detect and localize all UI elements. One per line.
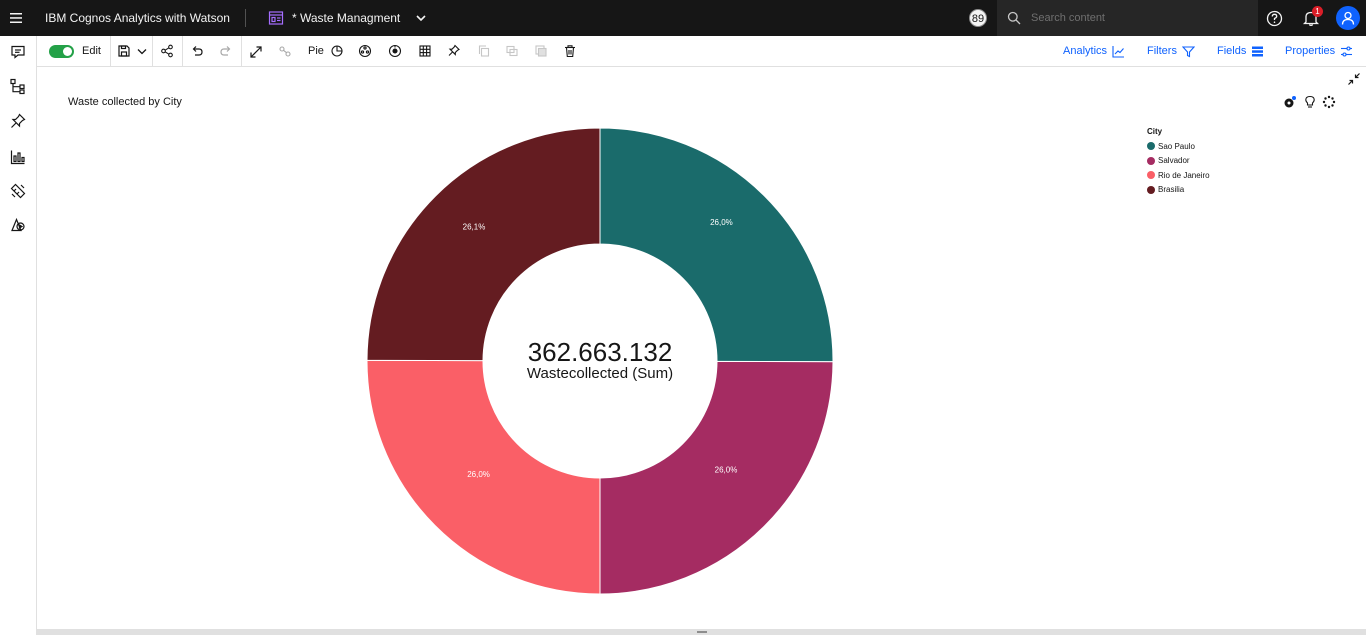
dashboard-canvas: Waste collected by City 26,0% 26,0% 26,0% 2…	[38, 67, 1366, 629]
activity-count-badge[interactable]: 89	[969, 9, 987, 27]
divider	[110, 36, 111, 67]
center-value: 362.663.132	[528, 337, 673, 367]
copy-icon[interactable]	[477, 43, 491, 59]
help-icon[interactable]	[1266, 10, 1283, 27]
edit-toggle[interactable]	[49, 45, 74, 58]
notification-count-badge: 1	[1312, 6, 1323, 17]
filter-icon	[1181, 46, 1195, 58]
visualizations-icon[interactable]	[9, 148, 27, 166]
pie-slice-salvador[interactable]	[599, 360, 834, 595]
legend-item[interactable]: Rio de Janeiro	[1147, 168, 1210, 183]
legend-swatch	[1147, 156, 1155, 165]
maximize-icon[interactable]	[249, 43, 263, 59]
pie-chart-icon[interactable]	[330, 43, 344, 59]
divider	[241, 36, 242, 67]
undo-icon[interactable]	[190, 43, 204, 59]
filters-button[interactable]: Filters	[1147, 36, 1195, 67]
properties-button[interactable]: Properties	[1285, 36, 1353, 67]
redo-icon[interactable]	[219, 43, 233, 59]
divider	[152, 36, 153, 67]
legend-swatch	[1147, 142, 1155, 151]
save-icon[interactable]	[117, 43, 131, 59]
search-input[interactable]	[1031, 0, 1251, 36]
document-title[interactable]: * Waste Managment	[292, 0, 400, 36]
pin-icon[interactable]	[9, 112, 27, 130]
properties-label: Properties	[1285, 45, 1336, 57]
user-avatar-icon[interactable]	[1336, 6, 1360, 30]
slice-label: 26,0%	[715, 465, 738, 474]
chevron-down-icon[interactable]	[136, 43, 148, 59]
legend-label: Sao Paulo	[1158, 141, 1195, 151]
delete-icon[interactable]	[563, 43, 577, 59]
drag-handle-icon[interactable]	[697, 631, 707, 633]
analytics-label: Analytics	[1063, 45, 1108, 57]
data-tree-icon[interactable]	[9, 77, 27, 95]
dashboard-icon	[268, 10, 284, 26]
top-bar: IBM Cognos Analytics with Watson * Waste…	[0, 0, 1366, 36]
line-chart-icon	[1112, 46, 1125, 58]
legend-swatch	[1147, 185, 1155, 194]
resize-bar[interactable]	[37, 629, 1366, 635]
slice-label: 26,1%	[463, 223, 486, 232]
fields-button[interactable]: Fields	[1217, 36, 1264, 67]
paste-icon[interactable]	[534, 43, 548, 59]
left-rail	[0, 36, 37, 635]
pie-slice-brasilia[interactable]	[366, 127, 601, 362]
chart-legend: City Sao Paulo Salvador Rio de Janeiro Bras…	[1147, 127, 1210, 197]
hamburger-menu-icon[interactable]	[0, 0, 32, 36]
search-box	[997, 0, 1258, 36]
search-icon	[1007, 11, 1021, 25]
legend-item[interactable]: Sao Paulo	[1147, 139, 1210, 154]
widgets-icon[interactable]	[9, 182, 27, 200]
legend-item[interactable]: Salvador	[1147, 154, 1210, 169]
sliders-icon	[1341, 46, 1353, 57]
share-icon[interactable]	[160, 43, 174, 59]
fields-label: Fields	[1217, 45, 1247, 57]
divider	[245, 9, 246, 27]
chevron-down-icon[interactable]	[413, 10, 429, 26]
group-icon[interactable]	[505, 43, 519, 59]
connect-icon[interactable]	[278, 43, 292, 59]
slice-label: 26,0%	[467, 470, 490, 479]
legend-label: Salvador	[1158, 156, 1190, 166]
divider	[182, 36, 183, 67]
legend-label: Brasilia	[1158, 185, 1185, 195]
data-table-icon[interactable]	[418, 43, 432, 59]
pie-slice-sao-paulo[interactable]	[599, 127, 834, 363]
toolbar: Edit Pie Analytics Filters Fields Proper…	[37, 36, 1366, 67]
media-icon[interactable]	[9, 216, 27, 234]
edit-label: Edit	[82, 45, 101, 57]
color-palette-icon[interactable]	[358, 43, 372, 59]
fields-icon	[1252, 46, 1264, 57]
comment-icon[interactable]	[9, 43, 27, 61]
chart-type-label[interactable]: Pie	[308, 36, 324, 67]
legend-label: Rio de Janeiro	[1158, 170, 1210, 180]
smart-insights-icon[interactable]	[388, 43, 402, 59]
app-title[interactable]: IBM Cognos Analytics with Watson	[45, 0, 230, 36]
center-label: Wastecollected (Sum)	[527, 365, 673, 382]
legend-title: City	[1147, 127, 1163, 136]
pin-icon[interactable]	[447, 43, 461, 59]
legend-item[interactable]: Brasilia	[1147, 183, 1210, 198]
slice-label: 26,0%	[710, 218, 733, 227]
filters-label: Filters	[1147, 45, 1177, 57]
analytics-button[interactable]: Analytics	[1063, 36, 1125, 67]
legend-swatch	[1147, 171, 1155, 180]
